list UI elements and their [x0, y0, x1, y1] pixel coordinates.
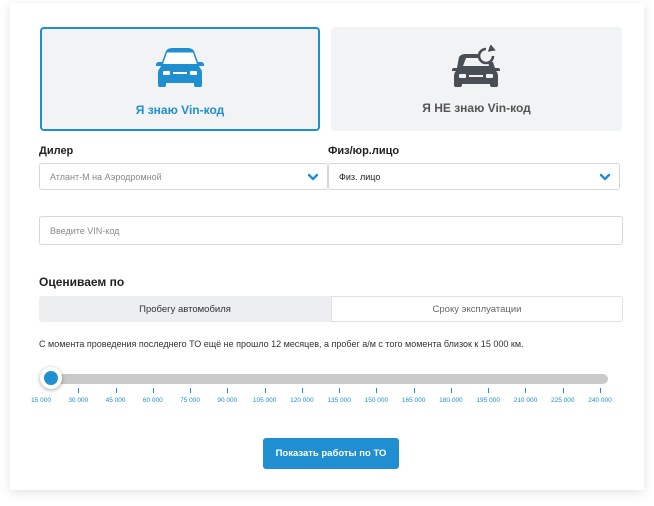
- slider-tick-label: 135 000: [327, 397, 351, 404]
- slider-tick: [301, 388, 303, 393]
- option-know-vin[interactable]: Я знаю Vin-код: [40, 27, 320, 131]
- slider-tick: [413, 388, 415, 393]
- slider-tick: [376, 388, 378, 393]
- chevron-down-icon: [599, 173, 611, 181]
- slider-tick-label: 45 000: [105, 397, 126, 404]
- dealer-select[interactable]: Атлант-М на Аэродромной: [39, 163, 328, 190]
- tab-mileage[interactable]: Пробегу автомобиля: [39, 296, 331, 322]
- slider-tick: [152, 388, 154, 393]
- tab-service-life[interactable]: Сроку эксплуатации: [331, 296, 623, 322]
- slider-tick-label: 165 000: [401, 397, 426, 404]
- slider-tick-label: 15 000: [31, 397, 51, 404]
- car-refresh-icon: [451, 45, 500, 87]
- entity-type-label: Физ/юр.лицо: [328, 145, 400, 157]
- slider-tick: [115, 388, 117, 393]
- option-dont-know-vin-label: Я НЕ знаю Vin-код: [422, 101, 531, 115]
- car-front-icon: [156, 48, 204, 87]
- slider-tick-label: 120 000: [290, 397, 314, 404]
- slider-tick: [339, 388, 341, 393]
- slider-tick-label: 150 000: [364, 397, 389, 404]
- slider-tick: [600, 388, 601, 393]
- option-know-vin-label: Я знаю Vin-код: [135, 103, 225, 117]
- chevron-down-icon: [307, 173, 319, 181]
- slider-tick-label: 240 000: [588, 397, 612, 404]
- mileage-slider-scale: 15 000 30 000 45 000 60 000 75 000 90 000 105 …: [10, 388, 654, 408]
- show-maintenance-works-button[interactable]: Показать работы по ТО: [263, 438, 399, 469]
- slider-tick-label: 90 000: [217, 397, 238, 404]
- mileage-slider-track[interactable]: [43, 374, 608, 384]
- slider-tick-label: 210 000: [513, 397, 538, 404]
- slider-tick: [227, 388, 229, 393]
- option-dont-know-vin[interactable]: Я НЕ знаю Vin-код: [331, 27, 622, 131]
- slider-tick: [525, 388, 527, 393]
- entity-type-select-value: Физ. лицо: [339, 172, 381, 182]
- slider-tick-label: 225 000: [550, 397, 575, 404]
- slider-tick-label: 60 000: [142, 397, 163, 404]
- dealer-select-value: Атлант-М на Аэродромной: [50, 172, 162, 182]
- slider-tick-label: 105 000: [252, 397, 277, 404]
- slider-tick: [78, 388, 80, 393]
- slider-tick-label: 195 000: [476, 397, 500, 404]
- slider-tick-label: 180 000: [439, 397, 463, 404]
- slider-tick: [190, 388, 192, 393]
- evaluate-by-title: Оцениваем по: [39, 275, 125, 289]
- mileage-slider-handle[interactable]: [40, 367, 62, 389]
- slider-tick: [488, 388, 490, 393]
- dealer-label: Дилер: [39, 145, 74, 157]
- slider-tick-label: 75 000: [180, 397, 201, 404]
- slider-tick: [264, 388, 266, 393]
- vin-input[interactable]: [39, 216, 623, 245]
- slider-tick: [562, 388, 564, 393]
- info-text: С момента проведения последнего ТО ещё н…: [39, 339, 524, 349]
- entity-type-select[interactable]: Физ. лицо: [328, 163, 620, 190]
- slider-tick-label: 30 000: [68, 397, 89, 404]
- slider-tick: [450, 388, 452, 393]
- maintenance-form-card: Я знаю Vin-код Я НЕ знаю Vin-код Дилер А…: [10, 3, 644, 490]
